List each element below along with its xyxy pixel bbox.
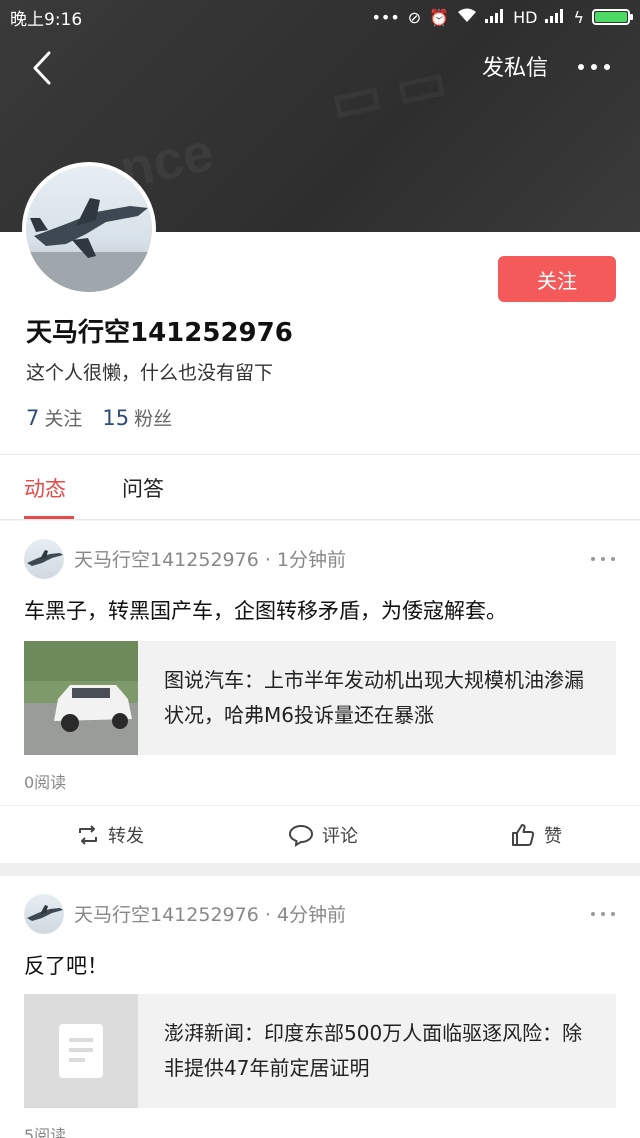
- profile-page: nce ▭ ▭ 晚上9:16 ••• ⊘ ⏰ HD ϟ 发私信 关注 天马行空1…: [0, 0, 640, 1138]
- repost-label: 转发: [108, 826, 144, 847]
- following-label: 关注: [44, 408, 83, 430]
- signal-icon: [485, 8, 505, 27]
- fighter-jet-image: [27, 550, 63, 566]
- charging-icon: ϟ: [573, 7, 584, 27]
- more-horizontal-icon: [591, 912, 615, 916]
- profile-bio: 这个人很懒，什么也没有留下: [26, 362, 274, 384]
- hd-label: HD: [513, 7, 538, 27]
- more-horizontal-icon: [578, 64, 610, 70]
- followers-label: 粉丝: [134, 408, 173, 430]
- feed-post: 天马行空141252976 · 1分钟前 车黑子，转黑国产车，企图转移矛盾，为倭…: [0, 521, 640, 863]
- tab-feed[interactable]: 动态: [24, 473, 66, 503]
- white-suv-image: [24, 641, 138, 755]
- following-count: 7: [26, 406, 40, 430]
- link-icon: ⊘: [407, 7, 422, 27]
- like-label: 赞: [544, 826, 562, 847]
- article-title: 澎湃新闻：印度东部500万人面临驱逐风险：除非提供47年前定居证明: [164, 1021, 583, 1080]
- post-more-button[interactable]: [588, 904, 618, 924]
- like-button[interactable]: 赞: [510, 822, 562, 848]
- feed-post: 天马行空141252976 · 4分钟前 反了吧！ 澎湃新闻：印度东部500万人…: [0, 876, 640, 1138]
- read-count: 5阅读: [24, 1126, 67, 1138]
- tab-qa[interactable]: 问答: [122, 473, 164, 503]
- status-bar: 晚上9:16 ••• ⊘ ⏰ HD ϟ: [0, 0, 640, 34]
- profile-stats: 7 关注 15 粉丝: [26, 404, 172, 431]
- post-more-button[interactable]: [588, 549, 618, 569]
- profile-tabs: 动态 问答: [0, 454, 640, 520]
- chevron-left-icon: [33, 51, 51, 85]
- post-avatar[interactable]: [24, 894, 64, 934]
- banner-watermark-2: ▭ ▭: [325, 50, 453, 134]
- post-actions: 转发 评论 赞: [0, 805, 640, 863]
- comment-icon: [288, 824, 314, 847]
- fighter-jet-image: [26, 198, 152, 292]
- alarm-icon: ⏰: [429, 7, 450, 27]
- repost-button[interactable]: 转发: [76, 822, 144, 848]
- followers-stat[interactable]: 15 粉丝: [102, 404, 172, 431]
- shared-article-card[interactable]: 图说汽车：上市半年发动机出现大规模机油渗漏状况，哈弗M6投诉量还在暴涨: [24, 641, 616, 755]
- post-text: 反了吧！: [24, 954, 108, 978]
- article-thumbnail: [24, 641, 138, 755]
- post-text: 车黑子，转黑国产车，企图转移矛盾，为倭寇解套。: [24, 599, 507, 623]
- battery-icon: [592, 9, 633, 25]
- post-avatar[interactable]: [24, 539, 64, 579]
- followers-count: 15: [102, 406, 130, 430]
- article-title: 图说汽车：上市半年发动机出现大规模机油渗漏状况，哈弗M6投诉量还在暴涨: [164, 668, 584, 727]
- post-separator: [0, 863, 640, 876]
- fighter-jet-image: [27, 905, 63, 921]
- signal-icon-2: [545, 8, 565, 27]
- back-button[interactable]: [22, 48, 62, 88]
- more-horizontal-icon: [591, 557, 615, 561]
- active-tab-indicator: [24, 516, 74, 519]
- profile-name: 天马行空141252976: [26, 318, 293, 348]
- repost-icon: [79, 825, 97, 845]
- status-icons: ••• ⊘ ⏰ HD ϟ: [371, 7, 633, 27]
- post-meta: 天马行空141252976 · 1分钟前: [74, 549, 347, 571]
- private-message-button[interactable]: 发私信: [482, 50, 548, 82]
- document-icon: [59, 1024, 103, 1078]
- comment-label: 评论: [322, 826, 358, 847]
- wifi-icon: [457, 7, 477, 27]
- profile-avatar[interactable]: [22, 162, 156, 296]
- status-time: 晚上9:16: [10, 9, 83, 30]
- read-count: 0阅读: [24, 773, 67, 792]
- more-options-button[interactable]: [574, 52, 614, 82]
- shared-article-card[interactable]: 澎湃新闻：印度东部500万人面临驱逐风险：除非提供47年前定居证明: [24, 994, 616, 1108]
- article-thumbnail: [24, 994, 138, 1108]
- follow-button[interactable]: 关注: [498, 256, 616, 302]
- thumbs-up-icon: [512, 824, 535, 846]
- more-dots-icon: •••: [371, 7, 400, 27]
- post-meta: 天马行空141252976 · 4分钟前: [74, 904, 347, 926]
- following-stat[interactable]: 7 关注: [26, 404, 82, 431]
- comment-button[interactable]: 评论: [288, 822, 358, 848]
